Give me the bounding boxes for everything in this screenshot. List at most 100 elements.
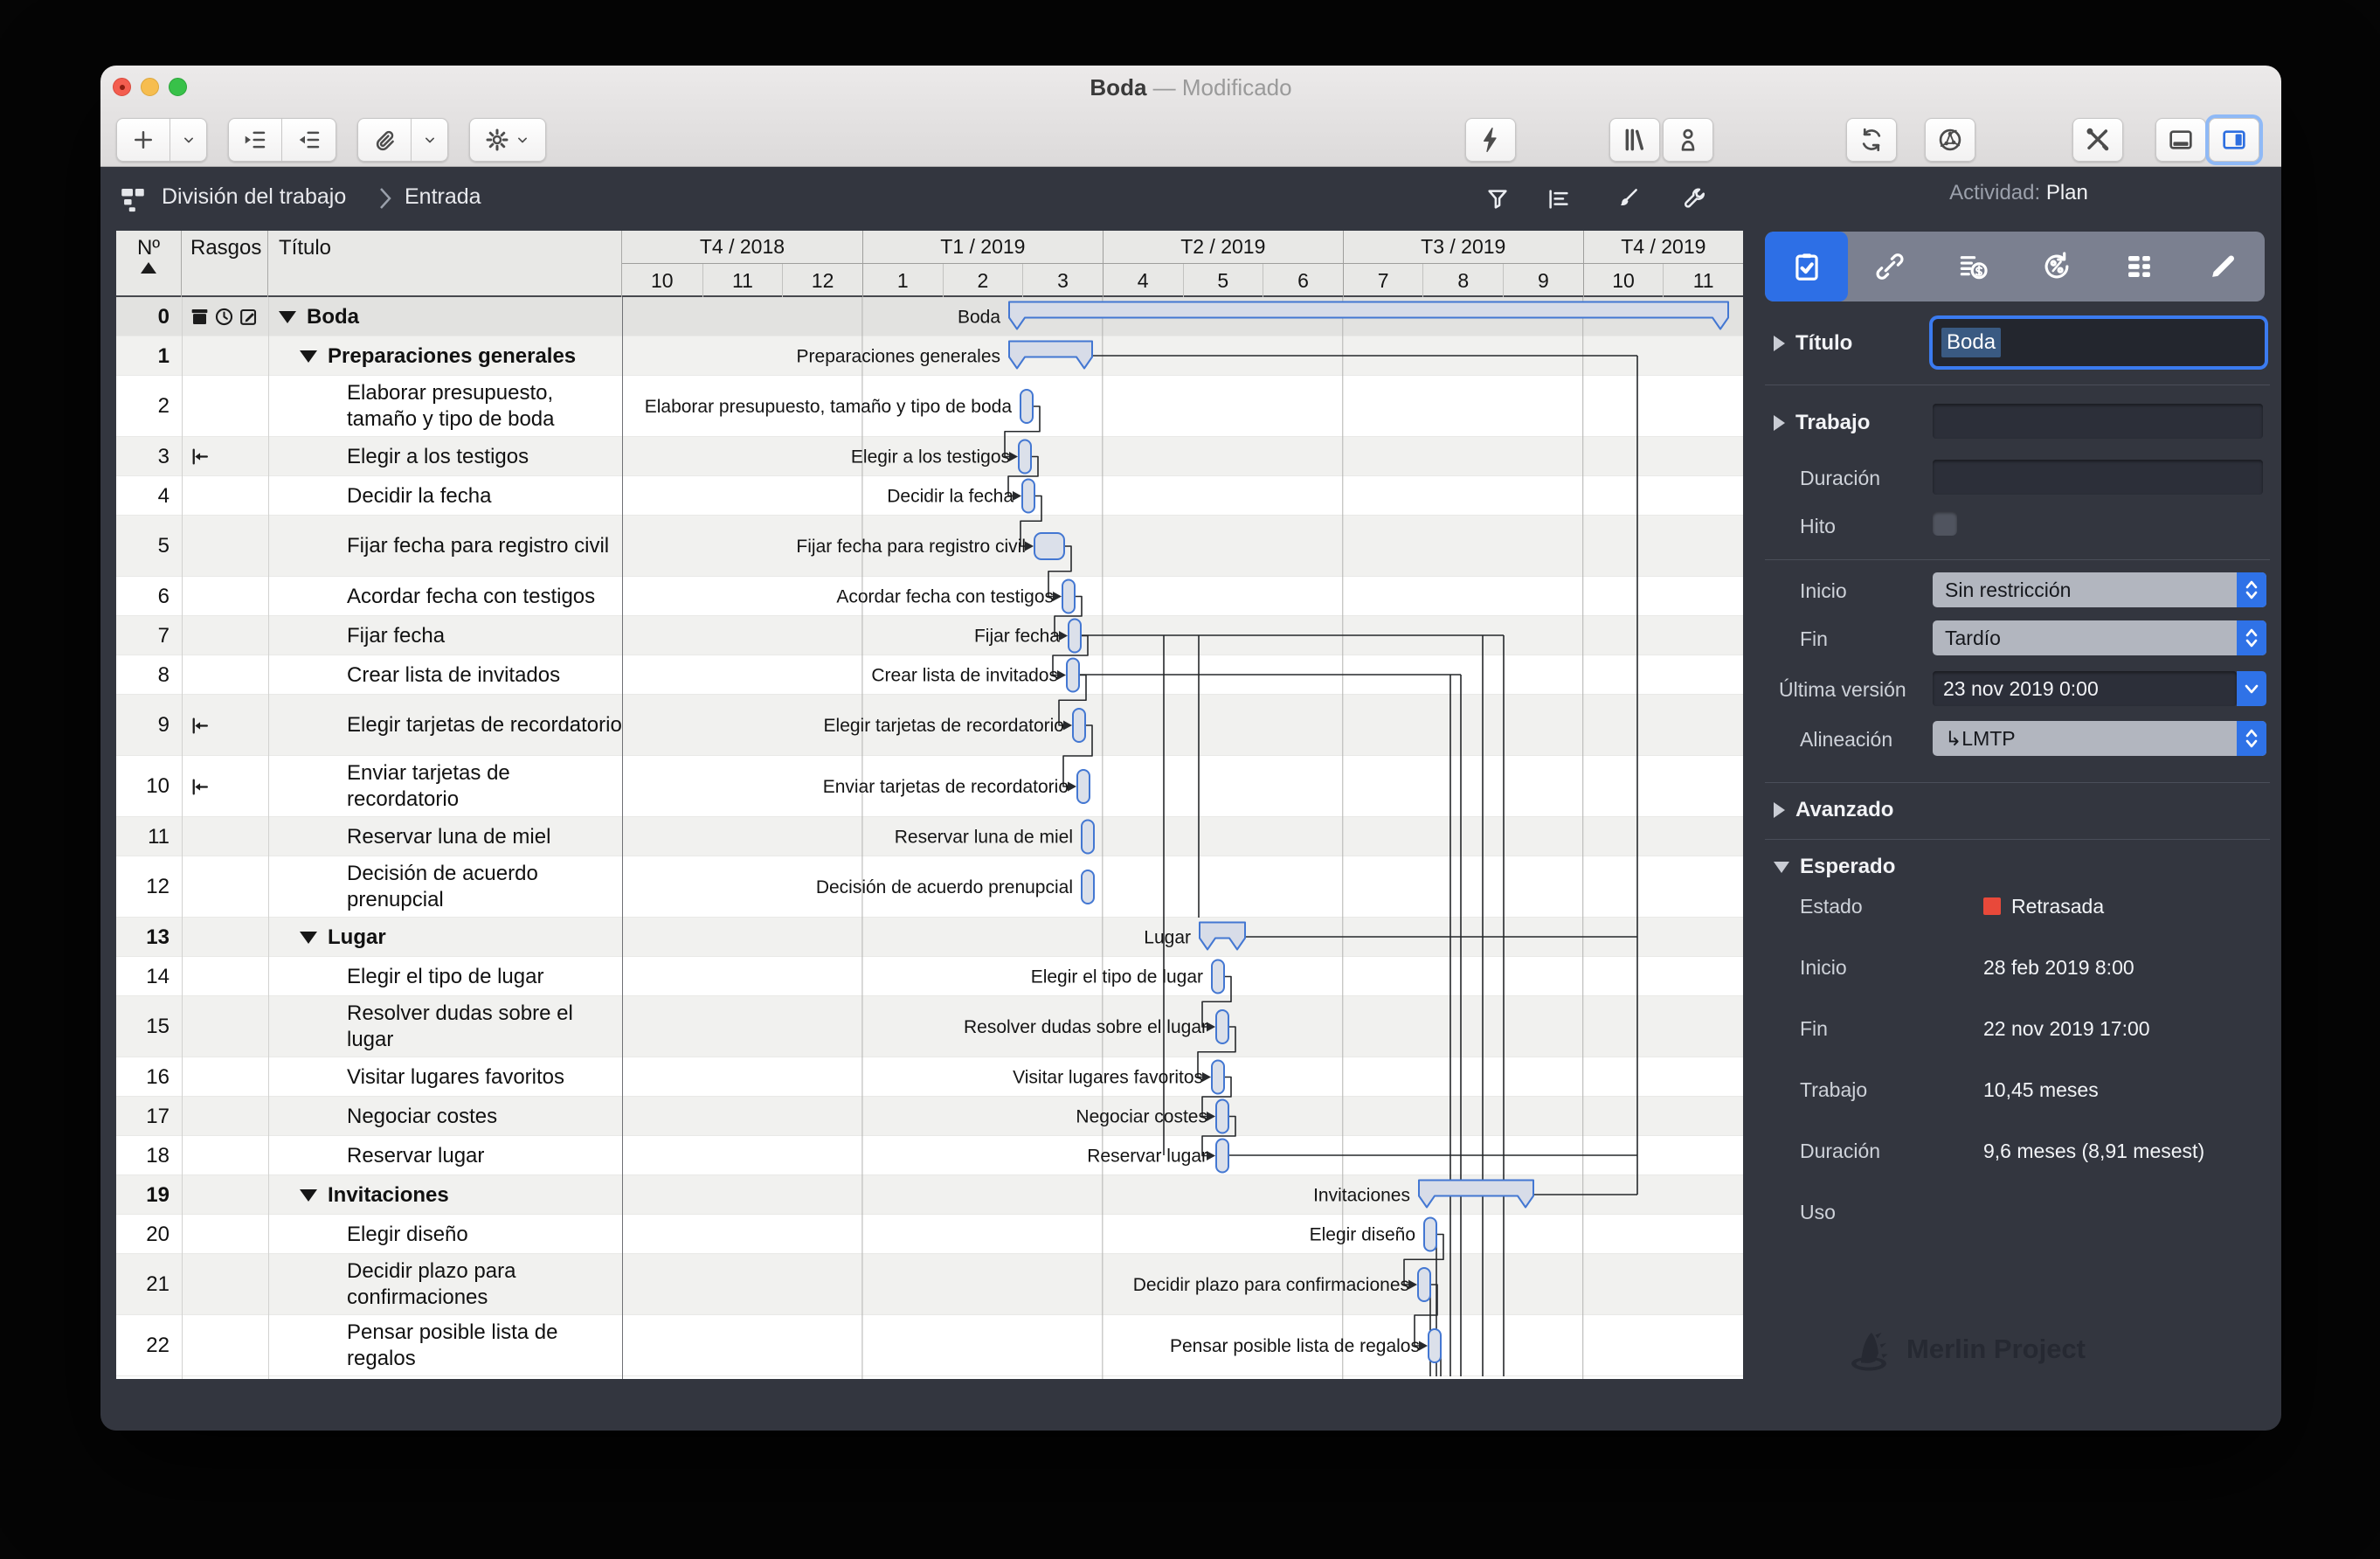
- inspector-activity: Actividad: Plan: [1756, 181, 2281, 205]
- task-num: 18: [116, 1136, 182, 1175]
- inicio-select[interactable]: Sin restricción: [1933, 572, 2266, 607]
- status-color-swatch: [1983, 897, 2001, 915]
- network-icon: [1936, 126, 1964, 154]
- avanzado-section[interactable]: Avanzado: [1774, 798, 1893, 822]
- merlin-hat-icon: [1844, 1324, 1894, 1375]
- esperado-section[interactable]: Esperado: [1774, 855, 1895, 879]
- sync-button[interactable]: [1846, 118, 1897, 162]
- task-rasgos: [182, 756, 268, 817]
- task-row-7[interactable]: 7Fijar fecha: [116, 616, 1743, 655]
- disclosure-icon[interactable]: [1774, 336, 1785, 351]
- task-title: Elegir tarjetas de recordatorio: [268, 695, 622, 756]
- task-rasgos: [182, 1136, 268, 1175]
- resources-button[interactable]: [1663, 118, 1713, 162]
- task-row-8[interactable]: 8Crear lista de invitados: [116, 655, 1743, 695]
- stepper-icon: [2237, 620, 2266, 655]
- timeline-quarter: T3 / 2019: [1343, 231, 1583, 264]
- task-row-4[interactable]: 4Decidir la fecha: [116, 476, 1743, 516]
- task-row-1[interactable]: 1Preparaciones generales: [116, 336, 1743, 376]
- task-row-19[interactable]: 19Invitaciones: [116, 1175, 1743, 1215]
- library-button[interactable]: [1609, 118, 1660, 162]
- timeline-quarter: T1 / 2019: [862, 231, 1103, 264]
- esperado-row-uso: Uso: [1756, 1195, 2281, 1230]
- filter-button[interactable]: [1480, 182, 1515, 217]
- task-row-10[interactable]: 10Enviar tarjetas de recordatorio: [116, 756, 1743, 817]
- timeline-month: 7: [1343, 264, 1423, 297]
- tools-button[interactable]: [2072, 118, 2123, 162]
- task-row-5[interactable]: 5Fijar fecha para registro civil: [116, 516, 1743, 577]
- collapse-triangle-icon[interactable]: [300, 1189, 317, 1202]
- inspector-tabs: [1765, 232, 2265, 301]
- task-num: 4: [116, 476, 182, 516]
- task-title: Reservar lugar: [268, 1136, 622, 1175]
- task-title: Elegir diseño: [268, 1215, 622, 1254]
- toggle-inspector-button[interactable]: [2209, 118, 2259, 162]
- task-row-9[interactable]: 9 Elegir tarjetas de recordatorio: [116, 695, 1743, 756]
- task-row-0[interactable]: 0Boda: [116, 297, 1743, 336]
- task-title: Lugar: [268, 918, 622, 957]
- task-title: Negociar costes: [268, 1097, 622, 1136]
- share-button[interactable]: [1925, 118, 1975, 162]
- collapse-triangle-icon[interactable]: [279, 311, 296, 323]
- task-num: 20: [116, 1215, 182, 1254]
- esperado-label: Duración: [1800, 1133, 1880, 1168]
- task-row-13[interactable]: 13Lugar: [116, 918, 1743, 957]
- titulo-input[interactable]: Boda: [1933, 319, 2265, 366]
- column-header-num[interactable]: Nº: [116, 231, 182, 297]
- column-header-rasgos[interactable]: Rasgos: [182, 231, 268, 297]
- task-rows: 0Boda1Preparaciones generales2Elaborar p…: [116, 297, 1743, 1379]
- hito-checkbox[interactable]: [1933, 511, 1957, 536]
- esperado-row-duración: Duración9,6 meses (8,91 mesest): [1756, 1133, 2281, 1168]
- date-picker-button[interactable]: [2237, 671, 2266, 706]
- tab-plan[interactable]: [1765, 232, 1848, 301]
- esperado-label: Fin: [1800, 1011, 1828, 1046]
- outline-style-button[interactable]: [1541, 182, 1576, 217]
- view-settings-button[interactable]: [1678, 182, 1712, 217]
- disclosure-icon[interactable]: [1774, 415, 1785, 431]
- task-rasgos: [182, 1254, 268, 1315]
- task-row-15[interactable]: 15Resolver dudas sobre el lugar: [116, 996, 1743, 1057]
- trabajo-input[interactable]: [1933, 404, 2263, 439]
- column-divider: [182, 297, 183, 1379]
- ultima-version-input[interactable]: 23 nov 2019 0:00: [1933, 671, 2237, 706]
- task-row-14[interactable]: 14Elegir el tipo de lugar: [116, 957, 1743, 996]
- tab-notes[interactable]: [2182, 232, 2265, 301]
- tab-resources[interactable]: [2098, 232, 2181, 301]
- column-header-titulo[interactable]: Título: [268, 231, 622, 297]
- task-row-20[interactable]: 20 Elegir diseño: [116, 1215, 1743, 1254]
- task-row-6[interactable]: 6Acordar fecha con testigos: [116, 577, 1743, 616]
- alineacion-select[interactable]: ↳LMTP: [1933, 721, 2266, 756]
- task-row-11[interactable]: 11Reservar luna de miel: [116, 817, 1743, 856]
- tab-progress[interactable]: [2015, 232, 2098, 301]
- task-title: Elegir el tipo de lugar: [268, 957, 622, 996]
- format-brush-button[interactable]: [1609, 182, 1644, 217]
- esperado-value: 28 feb 2019 8:00: [1983, 950, 2134, 985]
- task-row-17[interactable]: 17Negociar costes: [116, 1097, 1743, 1136]
- timeline-quarter: T4 / 2018: [622, 231, 862, 264]
- task-rasgos: [182, 1097, 268, 1136]
- task-row-12[interactable]: 12Decisión de acuerdo prenupcial: [116, 856, 1743, 918]
- task-row-3[interactable]: 3Elegir a los testigos: [116, 437, 1743, 476]
- task-num: 9: [116, 695, 182, 756]
- duracion-input[interactable]: [1933, 460, 2263, 495]
- quick-action-button[interactable]: [1465, 118, 1516, 162]
- disclosure-icon: [1774, 802, 1785, 818]
- task-row-16[interactable]: 16Visitar lugares favoritos: [116, 1057, 1743, 1097]
- tab-links[interactable]: [1848, 232, 1931, 301]
- duracion-label: Duración: [1800, 467, 1880, 490]
- toolbar-right: [100, 118, 2281, 162]
- resource-icon: [1674, 126, 1702, 154]
- task-row-2[interactable]: 2Elaborar presupuesto, tamaño y tipo de …: [116, 376, 1743, 437]
- collapse-triangle-icon[interactable]: [300, 350, 317, 363]
- task-row-18[interactable]: 18 Reservar lugar: [116, 1136, 1743, 1175]
- timeline-month: 12: [782, 264, 862, 297]
- collapse-triangle-icon[interactable]: [300, 932, 317, 944]
- toggle-bottom-panel-button[interactable]: [2155, 118, 2206, 162]
- fin-select[interactable]: Tardío: [1933, 620, 2266, 655]
- fin-label: Fin: [1800, 627, 1828, 651]
- tab-costs[interactable]: [1932, 232, 2015, 301]
- task-row-22[interactable]: 22Pensar posible lista de regalos: [116, 1315, 1743, 1376]
- timeline-quarter: T2 / 2019: [1103, 231, 1343, 264]
- timeline-month: 3: [1022, 264, 1103, 297]
- task-row-21[interactable]: 21Decidir plazo para confirmaciones: [116, 1254, 1743, 1315]
